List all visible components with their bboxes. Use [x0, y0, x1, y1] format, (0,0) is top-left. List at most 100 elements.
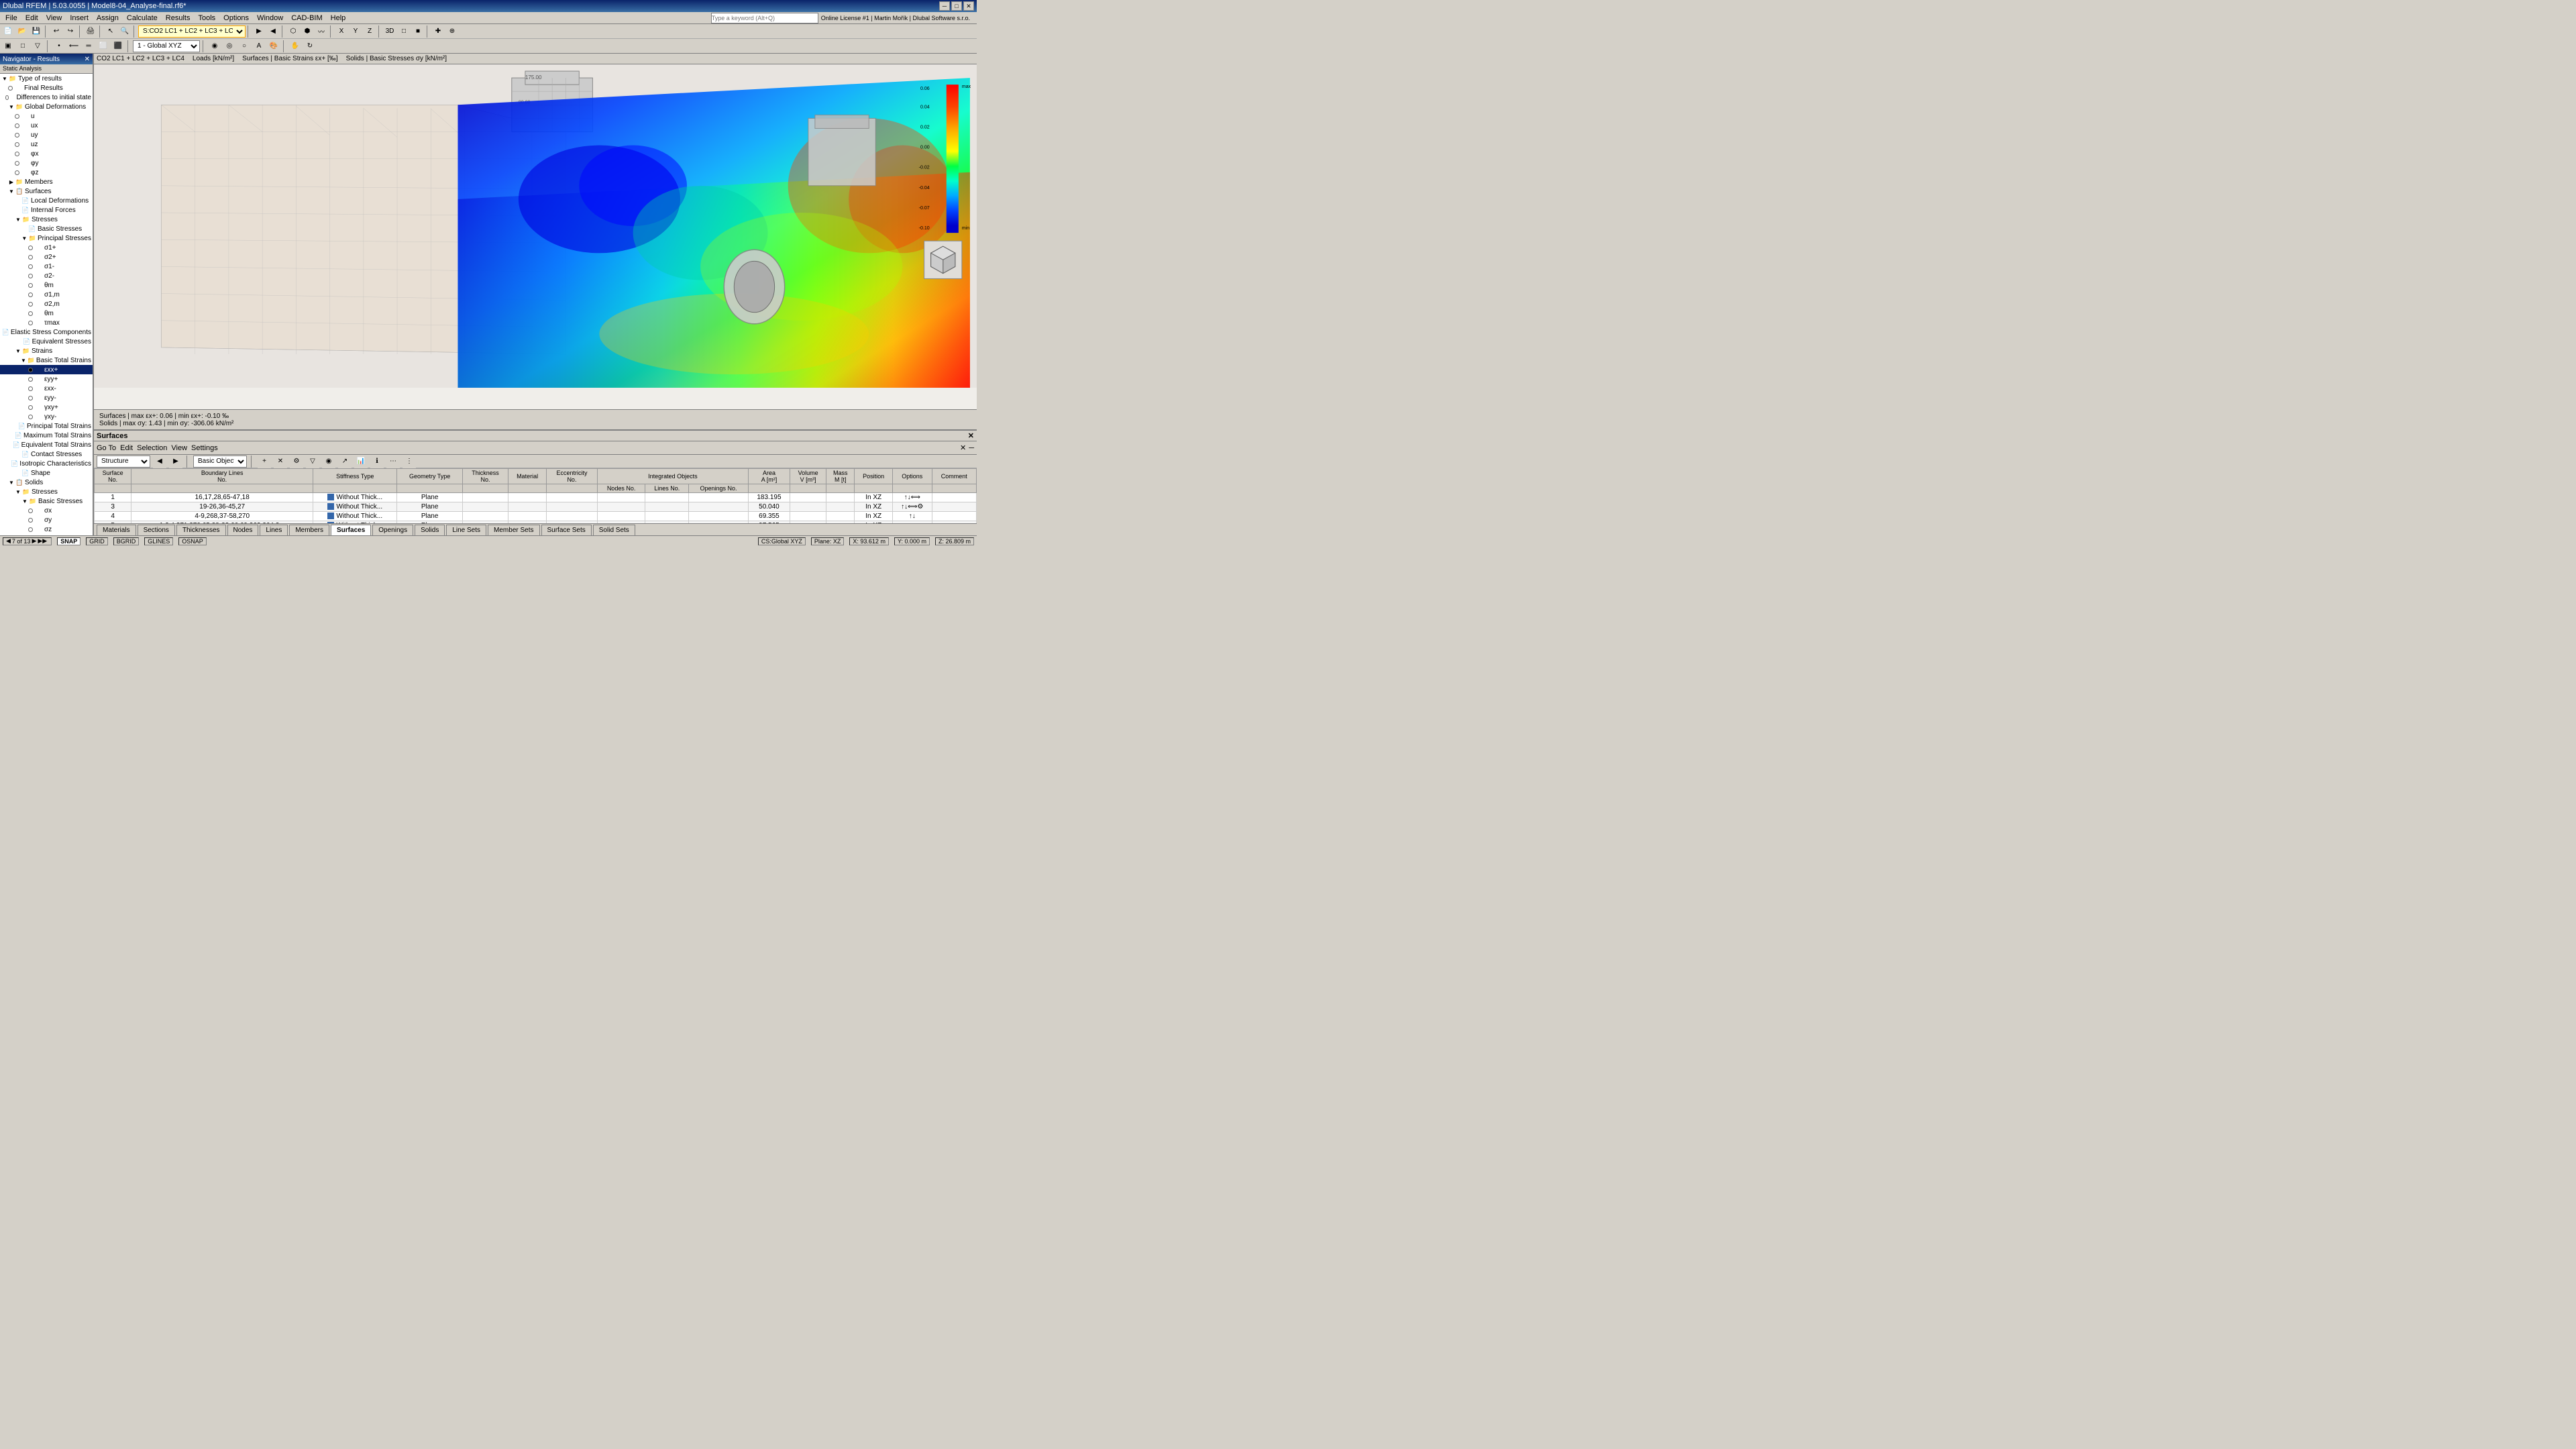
tab-thicknesses[interactable]: Thicknesses — [176, 525, 226, 535]
tb2-solid[interactable]: ⬛ — [111, 40, 125, 53]
tree-item-solid_sy[interactable]: σy — [0, 515, 93, 525]
bt-view3d[interactable]: ◉ — [322, 455, 335, 468]
tree-item-exx_p[interactable]: εxx+ — [0, 365, 93, 374]
tb-redo[interactable]: ↪ — [64, 25, 77, 38]
bt-export[interactable]: ↗ — [338, 455, 352, 468]
bt-filter[interactable]: ▽ — [306, 455, 319, 468]
tree-item-u[interactable]: u — [0, 111, 93, 121]
tree-item-local_deformations[interactable]: 📄Local Deformations — [0, 196, 93, 205]
tb2-surface[interactable]: ⬜ — [97, 40, 110, 53]
bottom-panel-close-btn[interactable]: ✕ — [968, 431, 974, 440]
tree-item-thetam2[interactable]: θm — [0, 309, 93, 318]
tree-item-solids_stresses[interactable]: ▼📁Stresses — [0, 487, 93, 496]
structure-combo[interactable]: Structure — [97, 455, 150, 468]
menu-insert[interactable]: Insert — [66, 13, 93, 23]
tree-item-phix[interactable]: φx — [0, 149, 93, 158]
menu-results[interactable]: Results — [162, 13, 195, 23]
tree-item-phiz[interactable]: φz — [0, 168, 93, 177]
tab-materials[interactable]: Materials — [97, 525, 136, 535]
tb2-render1[interactable]: ◉ — [208, 40, 221, 53]
tree-item-equivalent_total_strains[interactable]: 📄Equivalent Total Strains — [0, 440, 93, 449]
tb-view2[interactable]: ⬢ — [301, 25, 314, 38]
minimize-button[interactable]: ─ — [939, 1, 950, 11]
tab-members[interactable]: Members — [289, 525, 329, 535]
tree-item-differences[interactable]: Differences to initial state — [0, 93, 93, 102]
tree-item-principal_stresses[interactable]: ▼📁Principal Stresses — [0, 233, 93, 243]
tb2-label[interactable]: A — [252, 40, 266, 53]
tree-item-equivalent_stresses[interactable]: 📄Equivalent Stresses — [0, 337, 93, 346]
menu-options[interactable]: Options — [219, 13, 253, 23]
page-nav-end[interactable]: ▶▶ — [38, 537, 47, 545]
tree-item-gxy_p[interactable]: γxy+ — [0, 402, 93, 412]
menu-file[interactable]: File — [1, 13, 21, 23]
tree-item-sigma2p[interactable]: σ2+ — [0, 252, 93, 262]
tab-surfaces[interactable]: Surfaces — [331, 525, 371, 535]
tree-item-solids_basic_stresses[interactable]: ▼📁Basic Stresses — [0, 496, 93, 506]
menu-cad-bim[interactable]: CAD-BIM — [287, 13, 326, 23]
tb2-select-all[interactable]: ▣ — [1, 40, 15, 53]
tb2-render2[interactable]: ◎ — [223, 40, 236, 53]
settings-menu[interactable]: Settings — [191, 444, 218, 452]
view-menu[interactable]: View — [171, 444, 187, 452]
menu-window[interactable]: Window — [253, 13, 287, 23]
tb-xyz[interactable]: X — [335, 25, 348, 38]
edit-menu[interactable]: Edit — [120, 444, 133, 452]
tb-xz[interactable]: Z — [363, 25, 376, 38]
next-btn[interactable]: ▶ — [169, 455, 182, 468]
tree-item-sigma1m2[interactable]: σ1,m — [0, 290, 93, 299]
search-input[interactable] — [711, 13, 818, 23]
tb-solid-view[interactable]: ■ — [411, 25, 425, 38]
tb-undo[interactable]: ↩ — [50, 25, 63, 38]
tree-item-sigma2m[interactable]: σ2- — [0, 271, 93, 280]
tab-lines[interactable]: Lines — [260, 525, 288, 535]
bt-properties[interactable]: ⚙ — [290, 455, 303, 468]
tab-nodes[interactable]: Nodes — [227, 525, 259, 535]
panel-close-icon[interactable]: ✕ — [960, 443, 966, 452]
bt-add[interactable]: + — [258, 455, 271, 468]
basic-objects-combo[interactable]: Basic Objects — [193, 455, 247, 468]
menu-calculate[interactable]: Calculate — [123, 13, 162, 23]
tree-item-thetam[interactable]: θm — [0, 280, 93, 290]
tree-item-type_of_results[interactable]: ▼📁Type of results — [0, 74, 93, 83]
table-row[interactable]: 319-26,36-45,27Without Thick...Plane50.0… — [95, 502, 977, 512]
tree-item-stresses[interactable]: ▼📁Stresses — [0, 215, 93, 224]
tree-item-uz[interactable]: uz — [0, 140, 93, 149]
tb-select[interactable]: ↖ — [104, 25, 117, 38]
menu-view[interactable]: View — [42, 13, 66, 23]
goto-menu[interactable]: Go To — [97, 444, 116, 452]
tb-deform[interactable]: 〰 — [315, 25, 328, 38]
results-table[interactable]: SurfaceNo. Boundary LinesNo. Stiffness T… — [94, 468, 977, 523]
tab-solids[interactable]: Solids — [415, 525, 445, 535]
tab-member_sets[interactable]: Member Sets — [488, 525, 539, 535]
bt-info[interactable]: ℹ — [370, 455, 384, 468]
close-button[interactable]: ✕ — [963, 1, 974, 11]
tab-line_sets[interactable]: Line Sets — [446, 525, 486, 535]
tb2-member[interactable]: ═ — [82, 40, 95, 53]
tab-openings[interactable]: Openings — [372, 525, 413, 535]
glines-btn[interactable]: GLINES — [144, 537, 173, 545]
bgrid-btn[interactable]: BGRID — [113, 537, 140, 545]
tb-new[interactable]: 📄 — [1, 25, 15, 38]
tb-zoom-in[interactable]: 🔍 — [118, 25, 131, 38]
tb-wireframe[interactable]: □ — [397, 25, 411, 38]
tree-item-sigma1m[interactable]: σ1- — [0, 262, 93, 271]
view-coord-combo[interactable]: 1 - Global XYZ — [133, 40, 200, 52]
tree-item-exx_m[interactable]: εxx- — [0, 384, 93, 393]
tb2-deselect[interactable]: □ — [16, 40, 30, 53]
tree-item-members[interactable]: ▶📁Members — [0, 177, 93, 186]
bt-more1[interactable]: ⋯ — [386, 455, 400, 468]
tree-item-surfaces[interactable]: ▼📋Surfaces — [0, 186, 93, 196]
tab-solid_sets[interactable]: Solid Sets — [593, 525, 635, 535]
tree-item-eyy_p[interactable]: εyy+ — [0, 374, 93, 384]
tree-item-shape[interactable]: 📄Shape — [0, 468, 93, 478]
tree-item-final_results[interactable]: Final Results — [0, 83, 93, 93]
maximize-button[interactable]: □ — [951, 1, 962, 11]
tb-result2[interactable]: ◀ — [266, 25, 280, 38]
bt-delete[interactable]: ✕ — [274, 455, 287, 468]
grid-btn[interactable]: GRID — [86, 537, 108, 545]
menu-assign[interactable]: Assign — [93, 13, 123, 23]
tb-3d[interactable]: 3D — [383, 25, 396, 38]
tb-result1[interactable]: ▶ — [252, 25, 266, 38]
tree-item-sigma2m2[interactable]: σ2,m — [0, 299, 93, 309]
osnap-btn[interactable]: OSNAP — [178, 537, 207, 545]
